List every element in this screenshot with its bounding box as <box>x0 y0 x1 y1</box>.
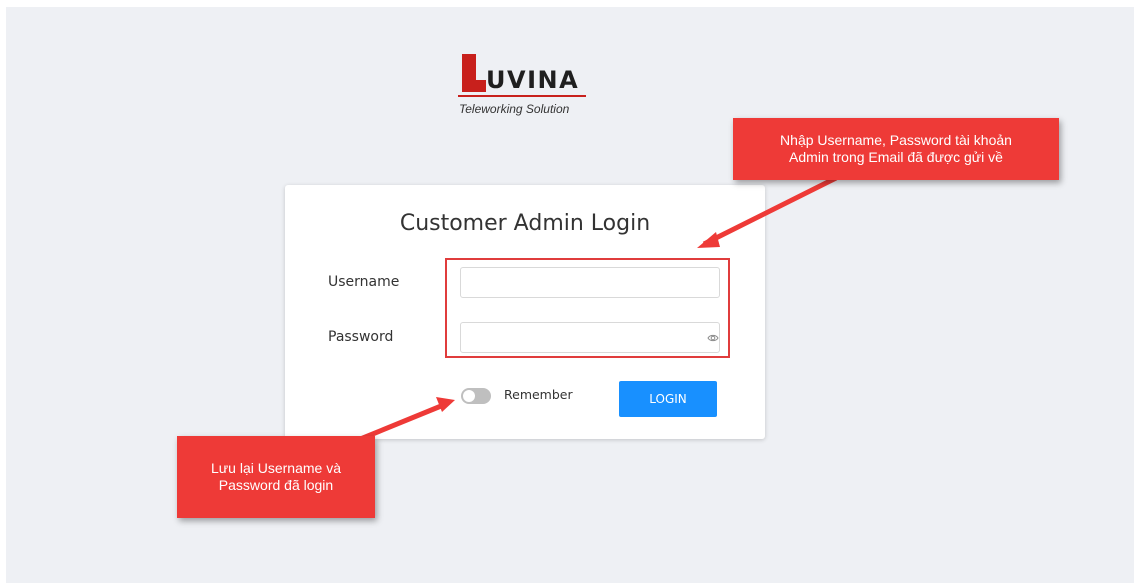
bottom-arrow <box>357 401 447 443</box>
credentials-callout-line2: Admin trong Email đã được gửi về <box>789 149 1003 165</box>
top-arrowhead <box>697 232 720 248</box>
top-arrow <box>702 175 838 247</box>
remember-callout-line2: Password đã login <box>218 477 334 493</box>
credentials-callout: Nhập Username, Password tài khoản Admin … <box>733 118 1059 180</box>
annotation-arrows <box>357 175 838 443</box>
credentials-callout-line1: Nhập Username, Password tài khoản <box>780 132 1012 148</box>
remember-callout-line1: Lưu lại Username và <box>211 460 341 476</box>
remember-callout: Lưu lại Username và Password đã login <box>177 436 375 518</box>
